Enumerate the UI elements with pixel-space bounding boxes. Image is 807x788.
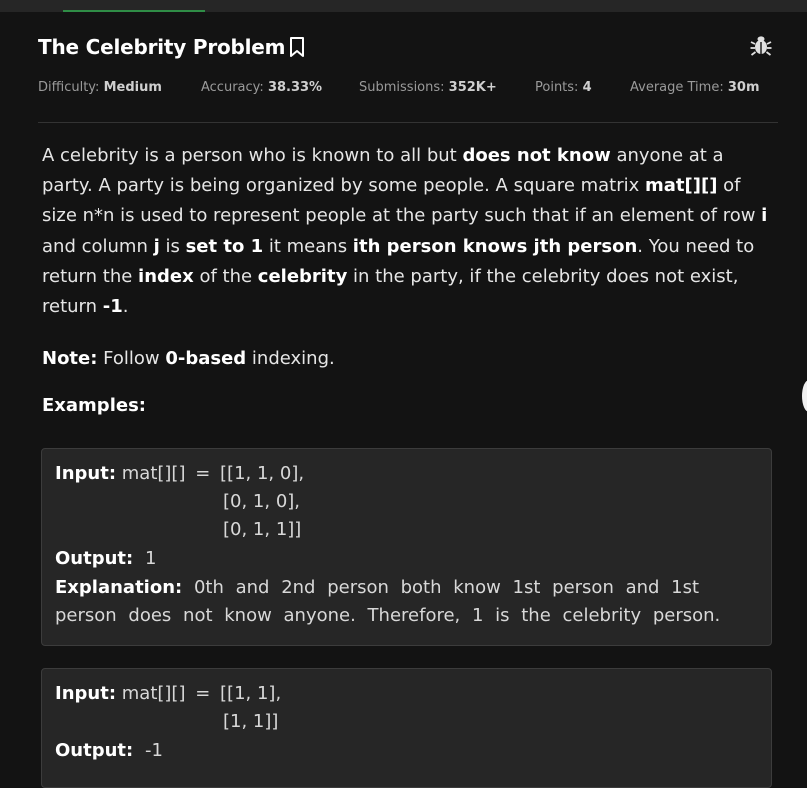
output-label: Output: bbox=[55, 740, 134, 761]
bookmark-icon[interactable] bbox=[288, 36, 306, 58]
statement-bold: -1 bbox=[102, 296, 123, 318]
input-equals: = bbox=[195, 463, 211, 484]
submissions-label: Submissions: bbox=[359, 80, 445, 95]
difficulty: Difficulty: Medium bbox=[38, 80, 162, 95]
problem-statement: A celebrity is a person who is known to … bbox=[42, 141, 777, 322]
problem-title: The Celebrity Problem bbox=[38, 35, 286, 59]
scroll-handle[interactable] bbox=[802, 380, 807, 412]
average-time: Average Time: 30m bbox=[630, 80, 760, 95]
statement-bold: does not know bbox=[462, 145, 611, 166]
active-tab-indicator bbox=[63, 10, 205, 12]
statement-text: A celebrity is a person who is known to … bbox=[42, 145, 463, 166]
input-label: Input: bbox=[55, 463, 117, 484]
points-value: 4 bbox=[582, 80, 592, 95]
example-input-line: Input: mat[][] = [[1, 1], bbox=[55, 683, 281, 704]
accuracy: Accuracy: 38.33% bbox=[201, 80, 322, 95]
input-matrix-row: [[1, 1], bbox=[220, 683, 282, 704]
output-label: Output: bbox=[55, 548, 134, 569]
output-value: 1 bbox=[144, 548, 157, 569]
input-matrix-row: [0, 1, 1]] bbox=[223, 519, 302, 540]
statement-bold: i bbox=[761, 205, 768, 227]
example-box: Input: mat[][] = [[1, 1, 0], [0, 1, 0], … bbox=[41, 448, 772, 646]
note-text: Follow bbox=[97, 348, 166, 369]
example-output-line: Output: 1 bbox=[55, 548, 156, 569]
output-value: -1 bbox=[144, 740, 163, 761]
example-box: Input: mat[][] = [[1, 1], [1, 1]] Output… bbox=[41, 668, 772, 788]
note-bold: 0-based bbox=[165, 348, 247, 369]
statement-bold: set to 1 bbox=[185, 235, 264, 257]
points-label: Points: bbox=[535, 80, 579, 95]
examples-heading: Examples: bbox=[42, 395, 146, 416]
example-output-line: Output: -1 bbox=[55, 740, 163, 761]
input-variable: mat[][] bbox=[121, 683, 186, 704]
difficulty-label: Difficulty: bbox=[38, 80, 100, 95]
statement-bold: mat[][] bbox=[645, 175, 718, 197]
input-label: Input: bbox=[55, 683, 117, 704]
statement-bold: ith person knows jth person bbox=[352, 235, 638, 257]
divider bbox=[38, 122, 778, 123]
accuracy-value: 38.33% bbox=[267, 80, 323, 95]
bug-icon[interactable] bbox=[749, 33, 773, 57]
example-explanation: Explanation: 0th and 2nd person both kno… bbox=[55, 574, 745, 630]
statement-text: . bbox=[122, 296, 129, 318]
statement-bold: celebrity bbox=[257, 265, 348, 287]
note-text: indexing. bbox=[246, 348, 335, 369]
average-time-label: Average Time: bbox=[630, 80, 724, 95]
input-matrix-row: [[1, 1, 0], bbox=[220, 463, 305, 484]
input-matrix-row: [0, 1, 0], bbox=[223, 491, 301, 512]
statement-bold: index bbox=[138, 265, 194, 287]
example-input-line: Input: mat[][] = [[1, 1, 0], bbox=[55, 463, 304, 484]
statement-text: of the bbox=[193, 265, 258, 287]
explanation-label: Explanation: bbox=[55, 577, 183, 598]
input-matrix-row: [1, 1]] bbox=[223, 711, 279, 732]
points: Points: 4 bbox=[535, 80, 592, 95]
title-row: The Celebrity Problem bbox=[38, 32, 306, 62]
average-time-value: 30m bbox=[727, 80, 760, 95]
input-variable: mat[][] bbox=[121, 463, 186, 484]
input-equals: = bbox=[195, 683, 211, 704]
statement-text: is bbox=[159, 235, 186, 257]
note-label: Note: bbox=[42, 348, 98, 369]
accuracy-label: Accuracy: bbox=[201, 80, 264, 95]
submissions-value: 352K+ bbox=[448, 80, 497, 95]
submissions: Submissions: 352K+ bbox=[359, 80, 497, 95]
difficulty-value: Medium bbox=[103, 80, 162, 95]
statement-text: and column bbox=[42, 235, 154, 257]
top-tab-strip bbox=[0, 0, 807, 12]
note: Note: Follow 0-based indexing. bbox=[42, 344, 777, 374]
statement-text: it means bbox=[263, 235, 353, 257]
